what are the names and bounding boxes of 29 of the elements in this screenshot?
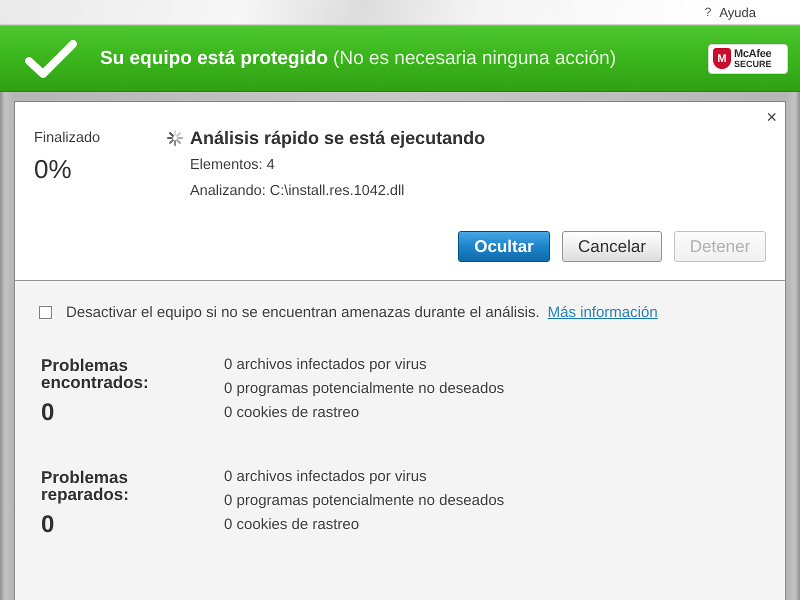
group-title: Problemas reparados: [41,469,130,503]
result-line: 0 archivos infectados por virus [224,355,428,375]
group-title: Problemas encontrados: [41,357,150,391]
more-info-link[interactable]: Más información [548,304,658,320]
progress-label: Finalizado [34,129,102,147]
banner-note: (No es necesaria ninguna acción) [333,48,616,70]
hide-button[interactable]: Ocultar [458,231,550,262]
option-label: Desactivar el equipo si no se encuentran amenazas durante el análisis. [66,304,540,320]
result-line: 0 cookies de rastreo [224,403,360,423]
scan-detail: Analizando: C:\install.res.1042.dll [190,182,406,201]
group-count: 0 [41,511,56,539]
badge-secure: SECURE [734,58,772,68]
help-link[interactable]: ? Ayuda [704,4,756,20]
group-count: 0 [41,399,56,427]
scan-title: Análisis rápido se está ejecutando [190,127,486,149]
checkbox[interactable] [39,306,52,318]
scan-detail: Elementos: 4 [190,156,276,175]
result-line: 0 cookies de rastreo [224,515,360,535]
banner-title: Su equipo está protegido [100,48,328,70]
badge-brand: McAfee [734,48,772,58]
close-button[interactable]: × [764,108,779,126]
cancel-button[interactable]: Cancelar [562,231,662,262]
progress-value: 0% [34,154,73,184]
result-line: 0 programas potencialmente no deseados [224,491,504,511]
result-line: 0 archivos infectados por virus [224,467,428,487]
checkmark-icon [25,38,77,78]
result-line: 0 programas potencialmente no deseados [224,379,504,399]
shield-logo: M [713,48,731,69]
help-icon: ? [704,5,712,19]
